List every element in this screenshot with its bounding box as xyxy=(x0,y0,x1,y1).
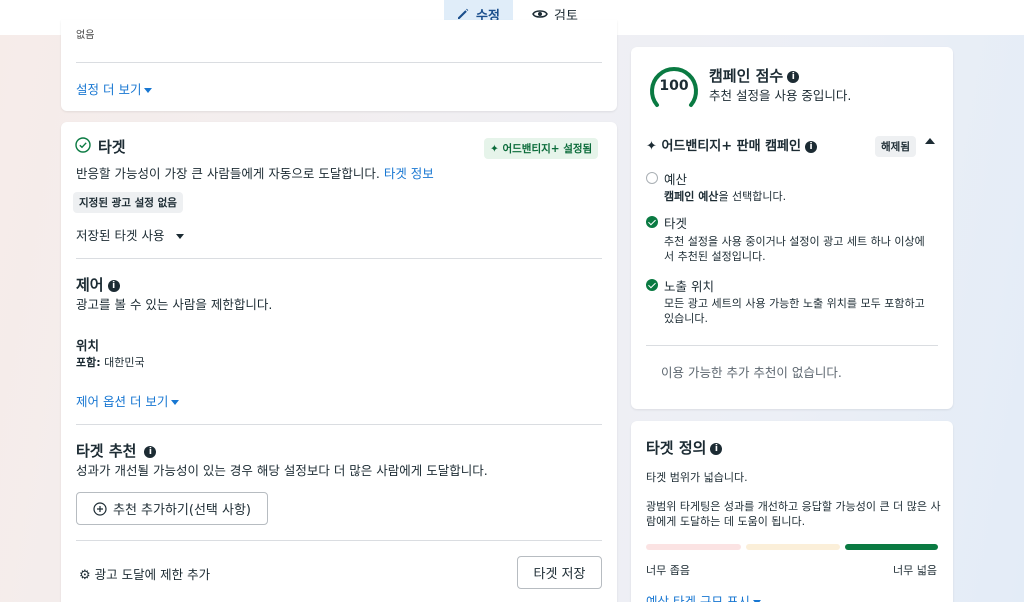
add-suggestion-button[interactable]: 추천 추가하기(선택 사항) xyxy=(76,492,268,525)
definition-state: 타겟 범위가 넓습니다. xyxy=(646,471,748,484)
info-icon[interactable]: i xyxy=(710,442,723,455)
score-item-desc-line2: 서 추천된 설정입니다. xyxy=(664,250,766,263)
score-title-text: 캠페인 점수 xyxy=(709,67,784,85)
score-item-desc: 캠페인 예산을 선택합니다. xyxy=(664,188,786,204)
info-icon[interactable]: i xyxy=(804,140,817,153)
budget-bold: 캠페인 예산 xyxy=(664,190,719,203)
add-limit-label: 광고 도달에 제한 추가 xyxy=(94,567,211,582)
info-icon[interactable]: i xyxy=(107,279,120,292)
campaign-title-text: 어드밴티지+ 판매 캠페인 xyxy=(661,139,801,154)
divider xyxy=(76,258,602,259)
divider xyxy=(76,62,602,63)
divider xyxy=(76,540,602,541)
check-icon xyxy=(646,279,658,291)
check-circle-icon xyxy=(75,137,91,153)
target-title: 타겟 xyxy=(98,138,126,156)
add-suggestion-label: 추천 추가하기(선택 사항) xyxy=(112,503,251,518)
more-settings-label: 설정 더 보기 xyxy=(76,82,142,97)
estimate-size-link[interactable]: 예상 타겟 규모 표시 xyxy=(646,591,761,602)
control-title: 제어 i xyxy=(76,274,120,295)
check-icon xyxy=(646,216,658,228)
wide-label: 너무 넓음 xyxy=(893,564,937,577)
target-description: 반응할 가능성이 가장 큰 사람들에게 자동으로 도달합니다. 타겟 정보 xyxy=(76,163,434,182)
saved-target-dropdown[interactable]: 저장된 타겟 사용 xyxy=(76,225,185,244)
caret-down-icon xyxy=(144,88,153,93)
caret-down-icon xyxy=(176,234,185,239)
score-item-title: 노출 위치 xyxy=(664,279,714,294)
suggestion-description: 성과가 개선될 가능성이 있는 경우 해당 설정보다 더 많은 사람에게 도달합… xyxy=(76,463,488,478)
sparkle-icon: ✦ xyxy=(490,143,499,155)
plus-circle-icon xyxy=(93,501,107,516)
advantage-badge: ✦ 어드밴티지+ 설정됨 xyxy=(484,138,599,159)
definition-desc-line1: 광범위 타게팅은 성과를 개선하고 응답할 가능성이 큰 더 많은 사 xyxy=(646,500,941,513)
gear-icon: ⚙ xyxy=(79,568,91,583)
saved-target-label: 저장된 타겟 사용 xyxy=(76,228,165,243)
sparkle-icon: ✦ xyxy=(646,139,657,154)
divider xyxy=(76,424,602,425)
caret-down-icon xyxy=(171,400,180,405)
no-settings-chip: 지정된 광고 설정 없음 xyxy=(73,192,183,213)
target-definition-card: 타겟 정의 i 타겟 범위가 넓습니다. 광범위 타게팅은 성과를 개선하고 응답… xyxy=(631,421,953,602)
target-info-link[interactable]: 타겟 정보 xyxy=(384,166,434,181)
status-badge: 해제됨 xyxy=(875,136,916,157)
pencil-icon xyxy=(458,8,469,19)
scale-segment-mid xyxy=(746,544,840,550)
save-target-label: 타겟 저장 xyxy=(533,567,586,582)
score-item-desc-line1: 모든 광고 세트의 사용 가능한 노출 위치를 모두 포함하고 xyxy=(664,297,925,310)
collapse-caret-icon[interactable] xyxy=(925,138,935,144)
info-icon[interactable]: i xyxy=(787,70,800,83)
previous-section-card: 없음 설정 더 보기 xyxy=(61,20,617,111)
location-include: 포함: 대한민국 xyxy=(76,354,145,370)
divider xyxy=(646,345,938,346)
more-settings-link[interactable]: 설정 더 보기 xyxy=(76,79,153,98)
more-control-options-label: 제어 옵션 더 보기 xyxy=(76,394,169,409)
score-subtitle: 추천 설정을 사용 중입니다. xyxy=(709,88,852,103)
budget-rest: 을 선택합니다. xyxy=(718,190,787,203)
campaign-score-card: 100 캠페인 점수 i 추천 설정을 사용 중입니다. ✦ 어드밴티지+ 판매 … xyxy=(631,47,953,409)
include-value: 대한민국 xyxy=(104,356,145,369)
cut-off-text: 없음 xyxy=(76,30,95,41)
no-more-suggestions: 이용 가능한 추가 추천이 없습니다. xyxy=(661,365,842,380)
more-control-options-link[interactable]: 제어 옵션 더 보기 xyxy=(76,391,180,410)
add-limit-link[interactable]: ⚙ 광고 도달에 제한 추가 xyxy=(79,564,210,583)
pending-circle-icon xyxy=(646,172,658,184)
location-label: 위치 xyxy=(76,338,100,353)
score-item-title: 타겟 xyxy=(664,216,688,231)
suggestion-title: 타겟 추천 i xyxy=(76,440,157,461)
info-icon[interactable]: i xyxy=(144,445,157,458)
narrow-label: 너무 좁음 xyxy=(646,564,690,577)
score-item-desc-line2: 있습니다. xyxy=(664,312,708,325)
score-title: 캠페인 점수 i xyxy=(709,65,800,86)
include-label: 포함: xyxy=(76,356,101,369)
scale-segment-narrow xyxy=(646,544,741,550)
definition-desc-line2: 람에게 도달하는 데 도움이 됩니다. xyxy=(646,515,806,528)
scale-segment-wide xyxy=(845,544,938,550)
target-description-text: 반응할 가능성이 가장 큰 사람들에게 자동으로 도달합니다. xyxy=(76,166,380,181)
eye-icon xyxy=(532,10,548,18)
estimate-size-label: 예상 타겟 규모 표시 xyxy=(646,594,750,602)
score-item-desc-line1: 추천 설정을 사용 중이거나 설정이 광고 세트 하나 이상에 xyxy=(664,235,925,248)
control-title-text: 제어 xyxy=(76,276,104,294)
advantage-badge-label: 어드밴티지+ 설정됨 xyxy=(502,143,593,155)
suggestion-title-text: 타겟 추천 xyxy=(76,442,137,460)
score-value: 100 xyxy=(659,78,689,94)
target-card: 타겟 ✦ 어드밴티지+ 설정됨 반응할 가능성이 가장 큰 사람들에게 자동으로… xyxy=(61,122,617,602)
definition-title: 타겟 정의 i xyxy=(646,437,723,458)
score-item-title: 예산 xyxy=(664,172,688,187)
save-target-button[interactable]: 타겟 저장 xyxy=(517,556,602,589)
control-description: 광고를 볼 수 있는 사람을 제한합니다. xyxy=(76,297,273,312)
campaign-title: ✦ 어드밴티지+ 판매 캠페인 i xyxy=(646,135,817,154)
definition-title-text: 타겟 정의 xyxy=(646,439,707,457)
